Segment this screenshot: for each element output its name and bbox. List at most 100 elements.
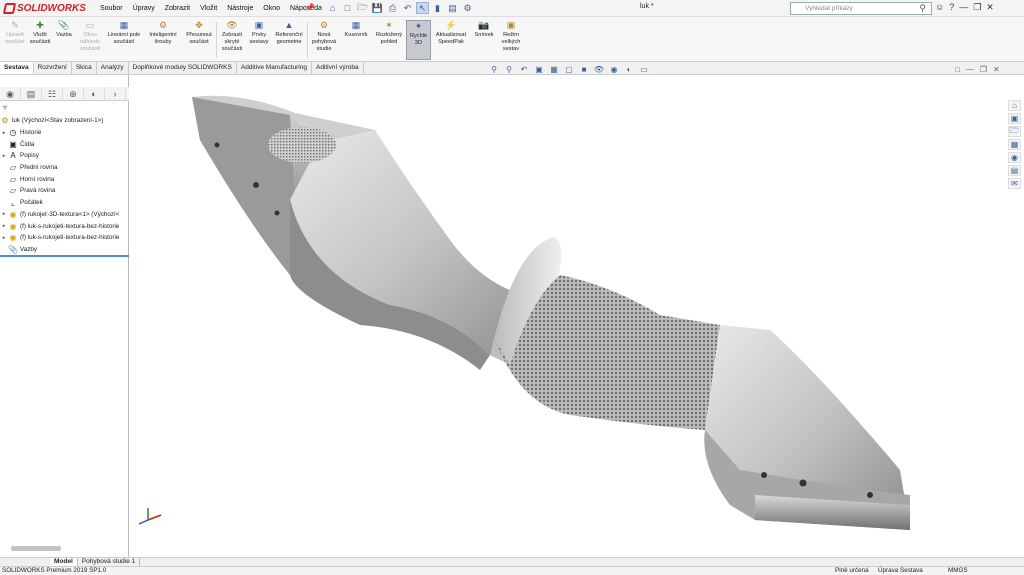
restore-icon[interactable]: ❐ (973, 2, 981, 13)
viewport-minimize-icon[interactable]: — (966, 65, 974, 74)
snapshot-button[interactable]: 📷 Snímek (472, 20, 496, 39)
search-commands-input[interactable]: Vyhledat příkazy ⚲ (790, 2, 932, 15)
search-placeholder: Vyhledat příkazy (805, 5, 853, 12)
menu-soubor[interactable]: Soubor (95, 3, 128, 14)
file-explorer-icon[interactable]: 🗁 (1008, 126, 1021, 137)
minimize-icon[interactable]: — (959, 2, 968, 13)
pin-icon[interactable]: 📌 (305, 3, 315, 12)
select-arrow-icon[interactable]: ↖ (416, 2, 429, 14)
feature-tree: ⚙ luk (Výchozí<Stav zobrazení-1>) ▸ ◷ Histo… (0, 115, 129, 255)
forum-icon[interactable]: ✉ (1008, 178, 1021, 189)
tree-horizontal-scrollbar[interactable] (3, 545, 125, 552)
tree-item-luk-1[interactable]: ▸ ◉ (f) luk-s-rukojeti-textura-bez-histori… (0, 220, 129, 232)
mate-button[interactable]: 📎 Vazba (53, 20, 75, 39)
zoom-to-area-icon[interactable]: ⚲ (503, 64, 515, 75)
view-settings-icon[interactable]: ▭ (638, 64, 650, 75)
move-component-button[interactable]: ✥ Přesunout součást (183, 20, 215, 46)
menu-okno[interactable]: Okno (258, 3, 285, 14)
exploded-view-button[interactable]: ✶ Rozložený pohled (372, 20, 406, 46)
insert-components-button[interactable]: ✚ Vložit součásti (28, 20, 52, 46)
new-motion-study-button[interactable]: ⚙ Nová pohybová studie (309, 20, 339, 52)
graphics-area[interactable] (130, 75, 1008, 557)
solidworks-logo[interactable]: SOLIDWORKS (2, 2, 86, 15)
tree-item-horni-rovina[interactable]: ▱ Horní rovina (0, 173, 129, 185)
appearances-icon[interactable]: ◉ (1008, 152, 1021, 163)
tree-item-label: Pravá rovina (20, 187, 56, 195)
rebuild-icon[interactable]: ▮ (431, 2, 444, 14)
apply-scene-icon[interactable]: ◐ (623, 64, 635, 75)
new-document-icon[interactable]: □ (341, 2, 354, 14)
menu-vlozit[interactable]: Vložit (195, 3, 222, 14)
display-manager-icon[interactable]: ◐ (84, 87, 105, 101)
viewport-collapse-icon[interactable]: □ (955, 65, 960, 74)
menu-upravy[interactable]: Úpravy (128, 3, 160, 14)
tab-analyzy[interactable]: Analýzy (97, 62, 129, 74)
view-orientation-icon[interactable]: ▢ (563, 64, 575, 75)
design-library-icon[interactable]: ▣ (1008, 113, 1021, 124)
custom-properties-icon[interactable]: ▤ (1008, 165, 1021, 176)
preview-window-button[interactable]: ▭ Okno náhledu součásti (76, 20, 104, 52)
tab-aditivni-vyroba[interactable]: Aditivní výroba (312, 62, 364, 74)
dimxpert-icon[interactable]: ⊕ (63, 87, 84, 101)
tree-item-historie[interactable]: ▸ ◷ Historie (0, 127, 129, 139)
tree-root[interactable]: ⚙ luk (Výchozí<Stav zobrazení-1>) (0, 115, 129, 127)
reference-geometry-button[interactable]: ▲ Referenční geometrie (272, 20, 306, 46)
previous-view-icon[interactable]: ↶ (518, 64, 530, 75)
viewport-restore-icon[interactable]: ❐ (980, 65, 987, 74)
hide-show-items-icon[interactable]: 👁 (593, 64, 605, 75)
search-icon[interactable]: ⚲ (919, 3, 926, 14)
zoom-to-fit-icon[interactable]: ⚲ (488, 64, 500, 75)
tab-motion-study[interactable]: Pohybová studie 1 (78, 558, 141, 566)
tree-item-vazby[interactable]: 📎 Vazby (0, 244, 129, 256)
undo-icon[interactable]: ↶ (401, 2, 414, 14)
tree-item-predni-rovina[interactable]: ▱ Přední rovina (0, 162, 129, 174)
tab-doplnkove-moduly[interactable]: Doplňkové moduly SOLIDWORKS (129, 62, 237, 74)
home-icon[interactable]: ⌂ (326, 2, 339, 14)
property-manager-icon[interactable]: ▤ (21, 87, 42, 101)
viewport-close-icon[interactable]: ✕ (993, 65, 1000, 74)
large-assembly-mode-button[interactable]: ▣ Režim velkých sestav (497, 20, 525, 52)
expand-panel-icon[interactable]: › (105, 87, 126, 101)
tree-item-prava-rovina[interactable]: ▱ Pravá rovina (0, 185, 129, 197)
instant3d-button[interactable]: ✦ Rychlé 3D (406, 20, 431, 60)
tree-item-rukojet[interactable]: ▸ ◉ (f) rukojeť-3D-textura<1> (Výchozí< (0, 209, 129, 221)
section-view-icon[interactable]: ▣ (533, 64, 545, 75)
edit-component-button[interactable]: ✎ Upravit součást (3, 20, 27, 46)
tree-item-cidla[interactable]: ▣ Čidla (0, 138, 129, 150)
assembly-features-button[interactable]: ▣ Prvky sestavy (247, 20, 271, 46)
tab-rozvrzeni[interactable]: Rozvržení (34, 62, 72, 74)
edit-appearance-icon[interactable]: ◉ (608, 64, 620, 75)
view-palette-icon[interactable]: ▦ (1008, 139, 1021, 150)
tab-additive-manufacturing[interactable]: Additive Manufacturing (237, 62, 312, 74)
update-speedpak-button[interactable]: ⚡ Aktualizovat SpeedPak (432, 20, 470, 46)
file-properties-icon[interactable]: ▤ (446, 2, 459, 14)
tab-model[interactable]: Model (50, 558, 78, 566)
tab-sestava[interactable]: Sestava (0, 62, 34, 74)
print-icon[interactable]: ⎙ (386, 2, 399, 14)
tab-skica[interactable]: Skica (72, 62, 97, 74)
close-icon[interactable]: ✕ (986, 2, 994, 13)
solidworks-resources-icon[interactable]: ⌂ (1008, 100, 1021, 111)
configuration-manager-icon[interactable]: ☷ (42, 87, 63, 101)
smart-fasteners-icon: ⚙ (158, 20, 168, 31)
filter-icon[interactable]: ▿ (3, 103, 7, 112)
tree-item-luk-2[interactable]: ▸ ◉ (f) luk-s-rukojeti-textura-bez-histori… (0, 232, 129, 244)
dynamic-annotation-icon[interactable]: ▦ (548, 64, 560, 75)
tree-item-pocatek[interactable]: ⌞ Počátek (0, 197, 129, 209)
display-style-icon[interactable]: ■ (578, 64, 590, 75)
menu-nastroje[interactable]: Nástroje (222, 3, 258, 14)
menu-zobrazit[interactable]: Zobrazit (160, 3, 195, 14)
bom-button[interactable]: ▦ Kusovník (341, 20, 371, 39)
help-icon[interactable]: ? (949, 2, 954, 13)
units-selector[interactable]: MMGS (948, 567, 968, 575)
options-gear-icon[interactable]: ⚙ (461, 2, 474, 14)
tree-rollback-bar[interactable] (0, 255, 129, 257)
user-icon[interactable]: ☺ (935, 2, 944, 13)
smart-fasteners-button[interactable]: ⚙ Inteligentní šrouby (145, 20, 181, 46)
show-hidden-components-button[interactable]: 👁 Zobrazit skryté součásti (218, 20, 246, 52)
feature-manager-icon[interactable]: ◉ (0, 87, 21, 101)
linear-pattern-button[interactable]: ▦ Lineární pole součástí (105, 20, 143, 46)
save-icon[interactable]: 💾 (371, 2, 384, 14)
open-folder-icon[interactable]: 🗁 (356, 2, 369, 14)
tree-item-popisy[interactable]: ▸ A Popisy (0, 150, 129, 162)
